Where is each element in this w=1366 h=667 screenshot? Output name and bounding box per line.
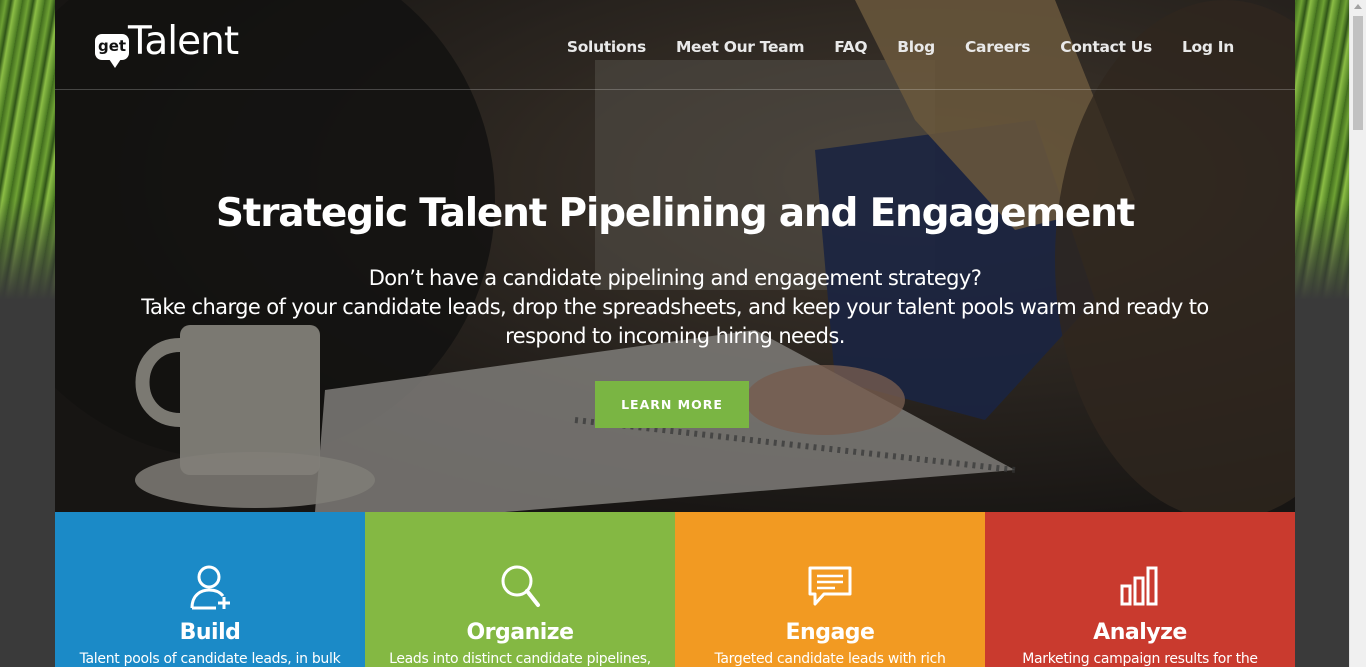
logo[interactable]: get Talent: [95, 19, 255, 68]
nav-contact-us[interactable]: Contact Us: [1060, 38, 1152, 56]
tile-build-desc: Talent pools of candidate leads, in bulk: [79, 651, 341, 667]
feature-tiles: Build Talent pools of candidate leads, i…: [55, 512, 1295, 667]
learn-more-button[interactable]: LEARN MORE: [595, 381, 749, 428]
tile-engage[interactable]: Engage Targeted candidate leads with ric…: [675, 512, 985, 667]
hero-title: Strategic Talent Pipelining and Engageme…: [215, 191, 1135, 236]
bar-chart-icon: [1120, 566, 1158, 606]
page-container: get Talent Solutions Meet Our Team FAQ B…: [55, 0, 1295, 667]
hero-subtitle: Don’t have a candidate pipelining and en…: [115, 264, 1235, 351]
logo-badge: get: [95, 34, 129, 68]
nav-blog[interactable]: Blog: [897, 38, 935, 56]
chat-icon: [808, 566, 852, 606]
tile-organize-title: Organize: [466, 620, 574, 645]
tile-engage-title: Engage: [785, 620, 875, 645]
logo-text: Talent: [128, 19, 239, 64]
search-icon: [501, 565, 540, 607]
scroll-up-arrow-icon[interactable]: [1354, 4, 1362, 9]
nav-faq[interactable]: FAQ: [834, 38, 867, 56]
hero-subtitle-line-1: Don’t have a candidate pipelining and en…: [368, 266, 982, 290]
tile-build-title: Build: [179, 620, 241, 645]
tile-organize-desc: Leads into distinct candidate pipelines,: [389, 651, 651, 667]
tile-analyze[interactable]: Analyze Marketing campaign results for t…: [985, 512, 1295, 667]
nav-log-in[interactable]: Log In: [1182, 38, 1234, 56]
hero-section: get Talent Solutions Meet Our Team FAQ B…: [55, 0, 1295, 512]
scroll-thumb[interactable]: [1353, 16, 1363, 130]
vertical-scrollbar[interactable]: [1349, 0, 1366, 667]
tile-analyze-desc: Marketing campaign results for the: [1022, 651, 1258, 667]
main-nav: Solutions Meet Our Team FAQ Blog Careers…: [567, 38, 1234, 56]
tile-engage-desc: Targeted candidate leads with rich: [714, 651, 946, 667]
nav-solutions[interactable]: Solutions: [567, 38, 646, 56]
nav-careers[interactable]: Careers: [965, 38, 1031, 56]
tile-build[interactable]: Build Talent pools of candidate leads, i…: [55, 512, 365, 667]
tile-organize[interactable]: Organize Leads into distinct candidate p…: [365, 512, 675, 667]
add-user-icon: [190, 565, 230, 610]
hero-subtitle-line-2: Take charge of your candidate leads, dro…: [141, 295, 1209, 348]
site-header: get Talent Solutions Meet Our Team FAQ B…: [55, 0, 1295, 90]
tile-analyze-title: Analyze: [1093, 620, 1187, 645]
nav-meet-our-team[interactable]: Meet Our Team: [676, 38, 805, 56]
